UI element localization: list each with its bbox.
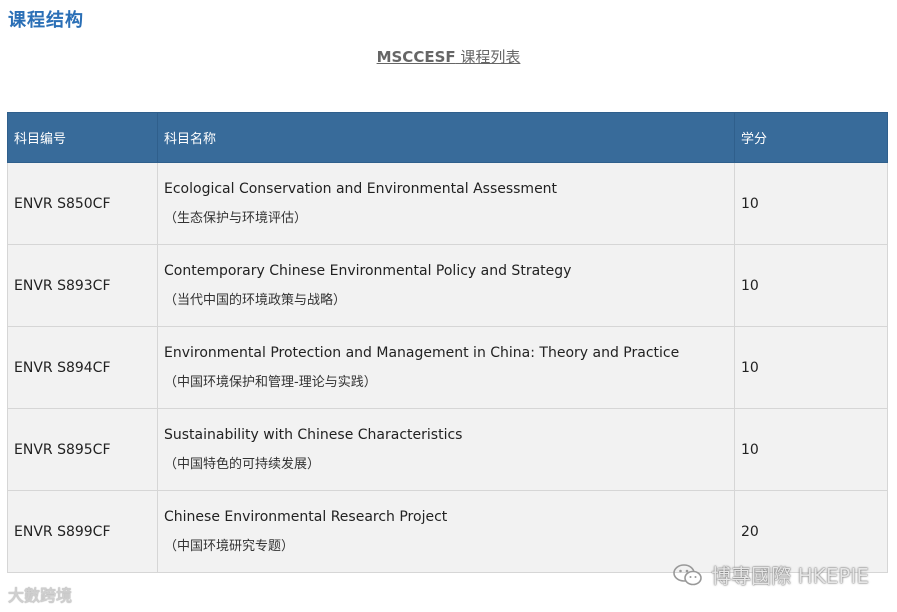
course-name: Environmental Protection and Management … xyxy=(157,326,735,409)
course-credits: 10 xyxy=(734,162,888,245)
section-title: 课程结构 xyxy=(8,10,84,31)
course-name-en: Sustainability with Chinese Characterist… xyxy=(164,427,463,443)
course-name: Ecological Conservation and Environmenta… xyxy=(157,162,735,245)
wechat-icon xyxy=(673,563,703,587)
program-code: MSCCESF xyxy=(376,48,456,66)
caption-text: 课程列表 xyxy=(455,48,521,66)
table-row: ENVR S850CF Ecological Conservation and … xyxy=(7,162,888,245)
course-code: ENVR S894CF xyxy=(7,326,158,409)
course-name: Chinese Environmental Research Project （… xyxy=(157,490,735,573)
course-name-zh: （中国特色的可持续发展） xyxy=(164,457,321,472)
watermark-left: 大數跨境 xyxy=(8,586,73,605)
course-name-zh: （中国环境研究专题） xyxy=(164,539,295,554)
course-name-en: Ecological Conservation and Environmenta… xyxy=(164,181,558,197)
course-name-en: Contemporary Chinese Environmental Polic… xyxy=(164,263,572,279)
course-name-en: Chinese Environmental Research Project xyxy=(164,509,448,525)
course-code: ENVR S899CF xyxy=(7,490,158,573)
course-code: ENVR S895CF xyxy=(7,408,158,491)
table-row: ENVR S895CF Sustainability with Chinese … xyxy=(7,408,888,491)
table-row: ENVR S893CF Contemporary Chinese Environ… xyxy=(7,244,888,327)
course-code: ENVR S850CF xyxy=(7,162,158,245)
table-caption: MSCCESF 课程列表 xyxy=(0,46,897,67)
header-code: 科目编号 xyxy=(7,112,158,163)
header-name: 科目名称 xyxy=(157,112,735,163)
course-code: ENVR S893CF xyxy=(7,244,158,327)
course-name-zh: （生态保护与环境评估） xyxy=(164,211,308,226)
table-row: ENVR S894CF Environmental Protection and… xyxy=(7,326,888,409)
table-header-row: 科目编号 科目名称 学分 xyxy=(7,112,888,163)
course-credits: 10 xyxy=(734,408,888,491)
course-name-en: Environmental Protection and Management … xyxy=(164,345,680,361)
course-name-zh: （当代中国的环境政策与战略） xyxy=(164,293,347,308)
course-name: Sustainability with Chinese Characterist… xyxy=(157,408,735,491)
watermark-right: 博專國際 HKEPIE xyxy=(673,560,869,589)
course-table: 科目编号 科目名称 学分 ENVR S850CF Ecological Cons… xyxy=(7,112,888,573)
course-credits: 10 xyxy=(734,244,888,327)
header-credits: 学分 xyxy=(734,112,888,163)
course-credits: 10 xyxy=(734,326,888,409)
watermark-right-text: 博專國際 HKEPIE xyxy=(711,564,869,588)
course-name-zh: （中国环境保护和管理-理论与实践） xyxy=(164,375,377,390)
course-name: Contemporary Chinese Environmental Polic… xyxy=(157,244,735,327)
